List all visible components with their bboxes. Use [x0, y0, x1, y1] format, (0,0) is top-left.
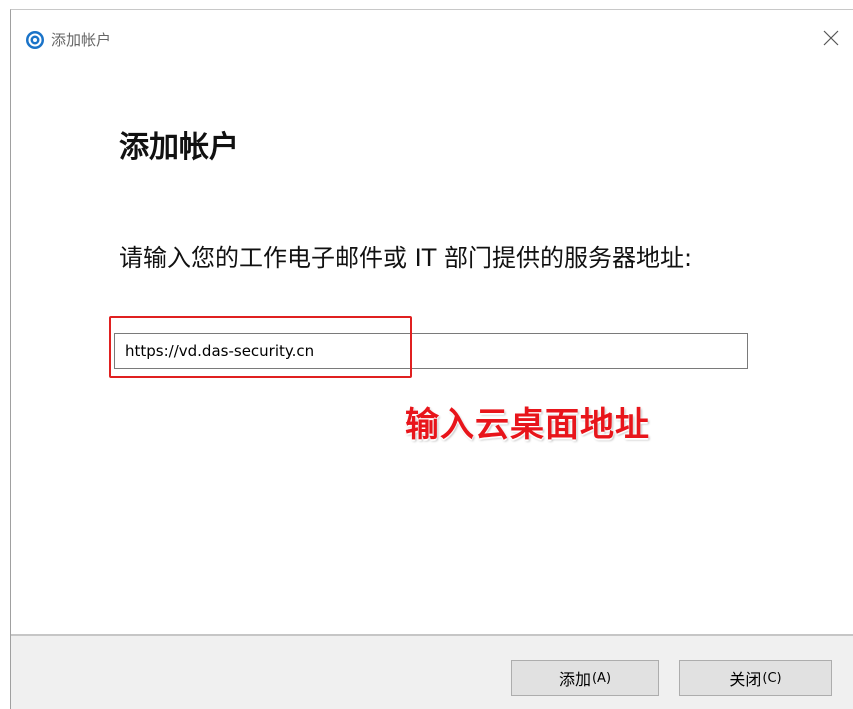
- window-title: 添加帐户: [51, 31, 112, 49]
- add-button[interactable]: 添加 (A): [511, 660, 659, 696]
- title-bar: 添加帐户: [11, 10, 853, 72]
- annotation-label: 输入云桌面地址: [405, 405, 650, 445]
- page-title: 添加帐户: [119, 130, 239, 165]
- server-address-input[interactable]: [114, 333, 748, 369]
- dialog-footer: 添加 (A) 关闭 (C): [11, 634, 853, 709]
- add-button-label: 添加: [558, 670, 591, 689]
- close-button-accesskey: (C): [762, 670, 782, 686]
- close-icon[interactable]: [817, 24, 845, 52]
- add-button-accesskey: (A): [591, 670, 612, 686]
- close-button[interactable]: 关闭 (C): [679, 660, 832, 696]
- close-button-label: 关闭: [729, 670, 762, 689]
- address-prompt: 请输入您的工作电子邮件或 IT 部门提供的服务器地址:: [119, 244, 693, 272]
- app-logo-icon: [25, 30, 45, 50]
- add-account-dialog: 添加帐户 添加帐户 请输入您的工作电子邮件或 IT 部门提供的服务器地址: 输入…: [10, 9, 853, 709]
